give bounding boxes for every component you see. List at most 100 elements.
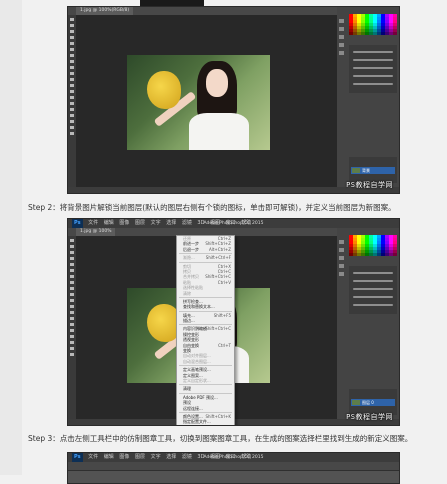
menu-item-label: 定义图案... [183, 372, 203, 378]
document-tab[interactable]: 1.jpg @ 100% [76, 228, 116, 236]
right-panels: 图层 0 [337, 228, 399, 425]
edit-menu-item: 自动混合图层... [177, 359, 234, 364]
layer-name: 背景 [362, 168, 370, 173]
quick-select-tool-icon[interactable] [70, 257, 74, 260]
tools-panel [68, 236, 76, 425]
options-bar [68, 462, 399, 471]
swatches-panel[interactable] [349, 235, 397, 257]
menu-item-label: 自动混合图层... [183, 358, 211, 364]
history-panel-icon[interactable] [339, 19, 344, 23]
gradient-tool-icon[interactable] [70, 305, 74, 308]
menu-item-label: 远程连接... [183, 405, 203, 411]
zoom-tool-icon[interactable] [70, 132, 74, 135]
character-panel-icon[interactable] [339, 51, 344, 55]
step-3-text: Step 3：点击左侧工具栏中的仿制图章工具，切换到图案图章工具，在生成的图案选… [28, 434, 413, 443]
eraser-tool-icon[interactable] [70, 299, 74, 302]
history-brush-tool-icon[interactable] [70, 72, 74, 75]
menu-item-label: 填充... [183, 312, 195, 318]
layer-row[interactable]: 背景 [351, 167, 395, 174]
tools-panel [68, 15, 76, 193]
type-tool-icon[interactable] [70, 108, 74, 111]
document-tab[interactable]: 1.jpg @ 100%(RGB/8) [76, 7, 134, 15]
clone-stamp-tool-icon[interactable] [70, 66, 74, 69]
type-tool-icon[interactable] [70, 329, 74, 332]
lasso-tool-icon[interactable] [70, 30, 74, 33]
clone-stamp-tool-icon[interactable] [70, 287, 74, 290]
menu-separator [179, 411, 232, 413]
eyedropper-tool-icon[interactable] [70, 48, 74, 51]
edit-menu-item[interactable]: 清理 [177, 386, 234, 391]
eyedropper-tool-icon[interactable] [70, 269, 74, 272]
menu-item-label: 自由变换 [183, 342, 199, 348]
info-panel-icon[interactable] [339, 35, 344, 39]
swatches-panel[interactable] [349, 14, 397, 36]
menu-item-label: 清理 [183, 386, 191, 392]
edit-menu-item: 渐隐... Shift+Ctrl+F [177, 255, 234, 260]
menu-item-label: 前进一步 [183, 241, 199, 247]
menu-item-shortcut: Shift+Ctrl+F [205, 255, 231, 261]
menu-item-label: 定义画笔预设... [183, 367, 211, 373]
brush-tool-icon[interactable] [70, 60, 74, 63]
healing-tool-icon[interactable] [70, 275, 74, 278]
menu-item-label: 合并拷贝 [183, 274, 199, 280]
info-panel-icon[interactable] [339, 256, 344, 260]
brush-presets-panel[interactable] [349, 45, 397, 93]
brush-presets-panel[interactable] [349, 266, 397, 314]
menu-bar: Ps 文件 编辑 图像 图层 文字 选择 滤镜 3D 视图 窗口 帮助 Adob… [68, 219, 399, 228]
edit-menu-item[interactable]: 描边... [177, 318, 234, 323]
menu-item-label: 透视变形 [183, 337, 199, 343]
character-panel-icon[interactable] [339, 272, 344, 276]
screenshot-1: 1.jpg @ 100%(RGB/8) 背景 PS教程自学网 [67, 6, 400, 194]
healing-tool-icon[interactable] [70, 54, 74, 57]
layer-row[interactable]: 图层 0 [351, 399, 395, 406]
panel-icon-strip [337, 15, 347, 59]
menu-item-label: 指定配置文件... [183, 419, 211, 425]
paragraph-panel-icon[interactable] [339, 264, 344, 268]
pen-tool-icon[interactable] [70, 102, 74, 105]
history-brush-tool-icon[interactable] [70, 293, 74, 296]
edit-menu-item[interactable]: 后退一步 Alt+Ctrl+Z [177, 247, 234, 252]
shape-tool-icon[interactable] [70, 341, 74, 344]
layer-thumbnail [352, 168, 360, 173]
edit-menu-item[interactable]: 转换为配置文件... [177, 425, 234, 426]
zoom-tool-icon[interactable] [70, 353, 74, 356]
crop-tool-icon[interactable] [70, 263, 74, 266]
edit-menu-item[interactable]: 远程连接... [177, 406, 234, 411]
layer-name: 图层 0 [362, 400, 374, 405]
menu-item-label: 定义自定形状... [183, 377, 211, 383]
dodge-tool-icon[interactable] [70, 317, 74, 320]
hand-tool-icon[interactable] [70, 126, 74, 129]
menu-item-label: 后退一步 [183, 246, 199, 252]
history-panel-icon[interactable] [339, 240, 344, 244]
step-2-text: Step 2：将背景图片解锁当前图层(默认的图层右侧有个锁的图标，单击即可解锁)… [28, 203, 396, 212]
dodge-tool-icon[interactable] [70, 96, 74, 99]
move-tool-icon[interactable] [70, 18, 74, 21]
menu-item-label: 粘贴 [183, 279, 191, 285]
blur-tool-icon[interactable] [70, 311, 74, 314]
gradient-tool-icon[interactable] [70, 84, 74, 87]
quick-select-tool-icon[interactable] [70, 36, 74, 39]
crop-tool-icon[interactable] [70, 42, 74, 45]
path-select-tool-icon[interactable] [70, 114, 74, 117]
pen-tool-icon[interactable] [70, 323, 74, 326]
canvas-area[interactable] [76, 15, 337, 187]
blur-tool-icon[interactable] [70, 90, 74, 93]
menu-item-label: 剪切 [183, 263, 191, 269]
marquee-tool-icon[interactable] [70, 24, 74, 27]
properties-panel-icon[interactable] [339, 248, 344, 252]
properties-panel-icon[interactable] [339, 27, 344, 31]
menu-item-label: 自动对齐图层... [183, 353, 211, 359]
path-select-tool-icon[interactable] [70, 335, 74, 338]
menu-item-label: 预设 [183, 400, 191, 406]
hand-tool-icon[interactable] [70, 347, 74, 350]
edit-menu-item[interactable]: 查找和替换文本... [177, 304, 234, 309]
shape-tool-icon[interactable] [70, 120, 74, 123]
app-title: Adobe Photoshop CC 2015 [203, 221, 264, 226]
brush-tool-icon[interactable] [70, 281, 74, 284]
lasso-tool-icon[interactable] [70, 251, 74, 254]
right-panels: 背景 [337, 7, 399, 193]
paragraph-panel-icon[interactable] [339, 43, 344, 47]
eraser-tool-icon[interactable] [70, 78, 74, 81]
move-tool-icon[interactable] [70, 239, 74, 242]
marquee-tool-icon[interactable] [70, 245, 74, 248]
